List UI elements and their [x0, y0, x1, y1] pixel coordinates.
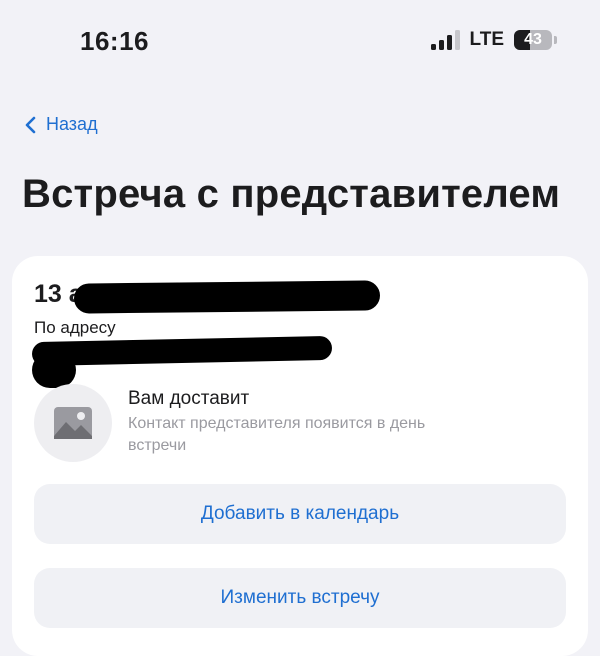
image-placeholder-icon: [54, 407, 92, 439]
courier-subtitle: Контакт представителя появится в день вс…: [128, 415, 426, 454]
redaction-date: [73, 280, 381, 314]
chevron-left-icon: [25, 116, 36, 133]
meeting-card: 13 а По адресу Вам доставит Контакт пред…: [12, 256, 588, 656]
battery-level: 43: [524, 31, 542, 48]
network-type: LTE: [469, 29, 504, 50]
cellular-signal-icon: [430, 30, 460, 50]
back-button[interactable]: Назад: [24, 114, 98, 135]
redaction-address-tail: [32, 352, 76, 388]
back-label: Назад: [46, 114, 98, 134]
status-bar: 16:16 LTE 43: [0, 0, 600, 80]
status-indicators: LTE 43: [430, 29, 557, 51]
redaction-address: [31, 335, 333, 367]
battery-icon: 43: [514, 30, 557, 50]
courier-avatar: [34, 384, 112, 462]
status-time: 16:16: [80, 26, 149, 56]
courier-title: Вам доставит: [128, 388, 250, 409]
page-title: Встреча с представителем: [22, 172, 561, 216]
address-label: По адресу: [34, 318, 116, 337]
add-to-calendar-button[interactable]: Добавить в календарь: [34, 484, 566, 544]
change-meeting-button[interactable]: Изменить встречу: [34, 568, 566, 628]
